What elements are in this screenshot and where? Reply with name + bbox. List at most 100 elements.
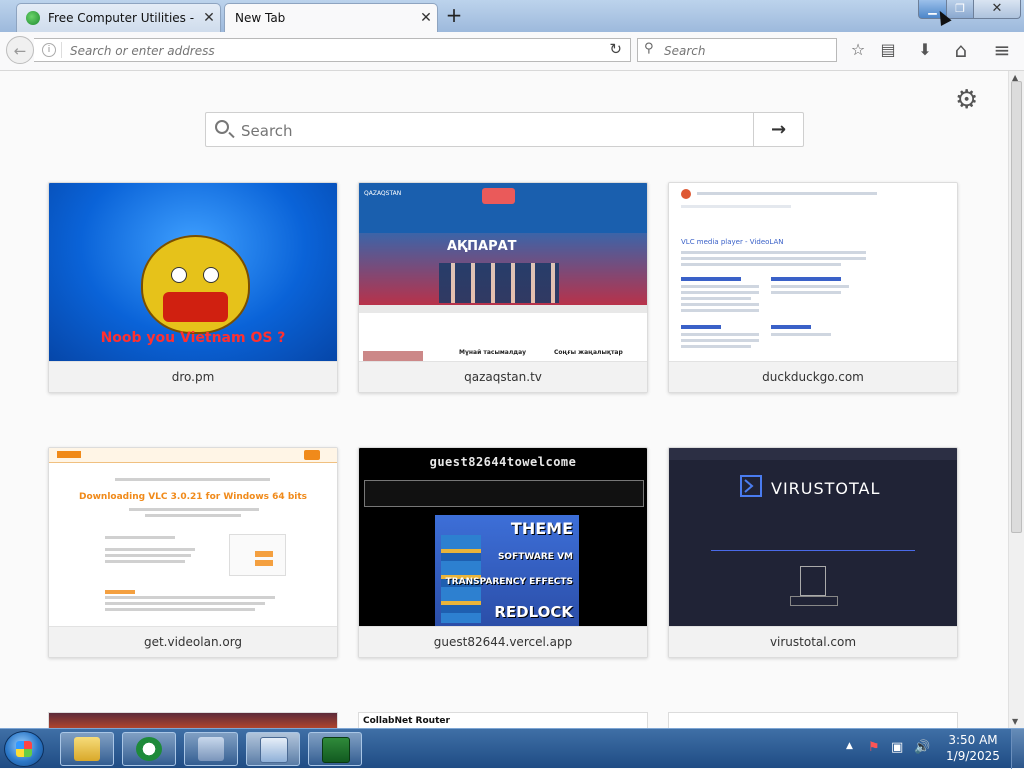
tile-thumbnail: guest82644towelcome THEME SOFTWARE VM TR… [359, 448, 647, 626]
promo-word: TRANSPARENCY EFFECTS [445, 577, 573, 587]
maximize-button[interactable]: ❐ [946, 0, 974, 19]
timeline [359, 305, 647, 313]
url-input[interactable] [68, 41, 592, 61]
site-favicon-icon [26, 11, 40, 25]
angry-bird-image [141, 235, 250, 334]
tab-title: Free Computer Utilities - Do [48, 11, 198, 25]
tab-free-computer-utilities[interactable]: Free Computer Utilities - Do ✕ [16, 3, 221, 32]
top-site-tile-partial[interactable]: CollabNet Router [358, 712, 648, 728]
site-info-icon[interactable]: i [42, 43, 56, 57]
newtab-search-box[interactable]: → [205, 112, 804, 147]
taskbar: ▲ ⚑ ▣ 🔊 3:50 AM 1/9/2025 [0, 728, 1024, 769]
top-site-tile-dro[interactable]: Noob you Vietnam OS ? dro.pm [48, 182, 338, 393]
taskbar-app-security[interactable] [184, 732, 238, 766]
site-brand: QAZAQSTAN [364, 190, 402, 197]
choose-file-button [790, 596, 838, 606]
tab-new-tab[interactable]: New Tab ✕ [224, 3, 438, 32]
network-icon[interactable]: ▣ [891, 740, 903, 755]
tile-label: qazaqstan.tv [359, 361, 647, 392]
live-button [482, 188, 515, 204]
top-site-tile-partial[interactable] [668, 712, 958, 728]
close-window-button[interactable]: ✕ [973, 0, 1021, 19]
search-icon: ⚲ [644, 41, 654, 56]
promo-word: SOFTWARE VM [497, 552, 573, 562]
thumbnail-caption: Noob you Vietnam OS ? [100, 330, 286, 346]
new-tab-button[interactable]: + [444, 5, 464, 27]
tile-label: virustotal.com [669, 626, 957, 657]
virustotal-brand: VIRUSTOTAL [771, 479, 881, 498]
top-site-tile-qazaqstan[interactable]: QAZAQSTAN АҚПАРАТ Мұнай тасымалдау Соңғы… [358, 182, 648, 393]
top-site-tile-videolan[interactable]: Downloading VLC 3.0.21 for Windows 64 bi… [48, 447, 338, 658]
taskbar-app-taskmgr[interactable] [308, 732, 362, 766]
clock-time: 3:50 AM [948, 733, 998, 747]
promo-panel: THEME SOFTWARE VM TRANSPARENCY EFFECTS R… [435, 515, 579, 626]
scrollbar-thumb[interactable] [1011, 81, 1022, 533]
download-icon[interactable]: ⬇ [914, 39, 936, 61]
system-clock[interactable]: 3:50 AM 1/9/2025 [940, 732, 1006, 764]
clock-date: 1/9/2025 [946, 749, 1000, 763]
download-heading: Downloading VLC 3.0.21 for Windows 64 bi… [78, 492, 308, 502]
top-site-tile-virustotal[interactable]: VIRUSTOTAL virustotal.com [668, 447, 958, 658]
top-site-tile-partial[interactable] [48, 712, 338, 728]
news-heading: Мұнай тасымалдау [459, 349, 527, 356]
site-top-bar [669, 448, 957, 460]
tab-title: New Tab [235, 11, 286, 25]
tab-close-icon[interactable]: ✕ [198, 10, 220, 26]
news-heading: Соңғы жаңалықтар [554, 349, 623, 356]
search-input[interactable] [662, 41, 834, 61]
search-bar[interactable]: ⚲ [637, 38, 837, 62]
search-icon [215, 120, 229, 134]
action-center-flag-icon[interactable]: ⚑ [868, 740, 880, 755]
virustotal-logo-icon [740, 475, 762, 497]
tile-label: get.videolan.org [49, 626, 337, 657]
duckduckgo-logo-icon [681, 189, 691, 199]
reload-icon[interactable]: ↻ [609, 40, 622, 58]
home-icon[interactable]: ⌂ [950, 39, 972, 61]
taskbar-app-explorer[interactable] [60, 732, 114, 766]
file-upload-icon [800, 566, 826, 596]
hamburger-menu-icon[interactable]: ≡ [991, 39, 1013, 61]
taskbar-app-ccleaner[interactable] [122, 732, 176, 766]
library-icon[interactable]: ▤ [877, 39, 899, 61]
remote-desktop-icon [260, 737, 288, 763]
promo-word: THEME [510, 519, 573, 538]
divider [61, 42, 62, 58]
news-image [363, 351, 423, 361]
system-security-icon [198, 737, 224, 761]
top-site-tile-duckduckgo[interactable]: VLC media player - VideoLAN duckduckgo.c… [668, 182, 958, 393]
tile-thumbnail: VIRUSTOTAL [669, 448, 957, 626]
show-hidden-icons-button[interactable]: ▲ [846, 741, 853, 751]
settings-gear-icon[interactable]: ⚙ [955, 87, 978, 113]
top-site-tile-guest82644[interactable]: guest82644towelcome THEME SOFTWARE VM TR… [358, 447, 648, 658]
tile-label: duckduckgo.com [669, 361, 957, 392]
ccleaner-icon [136, 737, 162, 761]
banner-title: АҚПАРАТ [447, 239, 517, 254]
tile-thumbnail: VLC media player - VideoLAN [669, 183, 957, 361]
news-banner: АҚПАРАТ [359, 233, 647, 305]
tile-partial-text: CollabNet Router [363, 716, 450, 726]
scroll-down-icon[interactable]: ▼ [1012, 717, 1018, 726]
start-button[interactable] [4, 731, 44, 767]
nav-toolbar: ← i ↻ ⚲ ☆ ▤ ⬇ ⌂ ≡ [0, 32, 1024, 71]
title-bar: Free Computer Utilities - Do ✕ New Tab ✕… [0, 0, 1024, 32]
volume-icon[interactable]: 🔊 [914, 740, 930, 755]
back-button[interactable]: ← [6, 36, 34, 64]
tile-label: dro.pm [49, 361, 337, 392]
welcome-header: guest82644towelcome [429, 455, 577, 469]
tile-thumbnail: Noob you Vietnam OS ? [49, 183, 337, 361]
page-scrollbar[interactable]: ▲ ▼ [1008, 71, 1024, 728]
presenters-image [439, 263, 559, 303]
site-menu-bar [49, 448, 337, 463]
tile-label: guest82644.vercel.app [359, 626, 647, 657]
address-bar[interactable]: i ↻ [34, 38, 631, 62]
tile-thumbnail: Downloading VLC 3.0.21 for Windows 64 bi… [49, 448, 337, 626]
bookmark-star-icon[interactable]: ☆ [847, 39, 869, 61]
terminal-box [364, 480, 644, 507]
news-list: Мұнай тасымалдау Соңғы жаңалықтар [359, 313, 647, 361]
newtab-search-input[interactable] [239, 120, 743, 142]
search-go-button[interactable]: → [753, 113, 803, 146]
windows-logo-icon [16, 741, 32, 757]
show-desktop-button[interactable] [1011, 729, 1024, 769]
taskbar-app-remote[interactable] [246, 732, 300, 766]
tab-close-icon[interactable]: ✕ [415, 10, 437, 26]
